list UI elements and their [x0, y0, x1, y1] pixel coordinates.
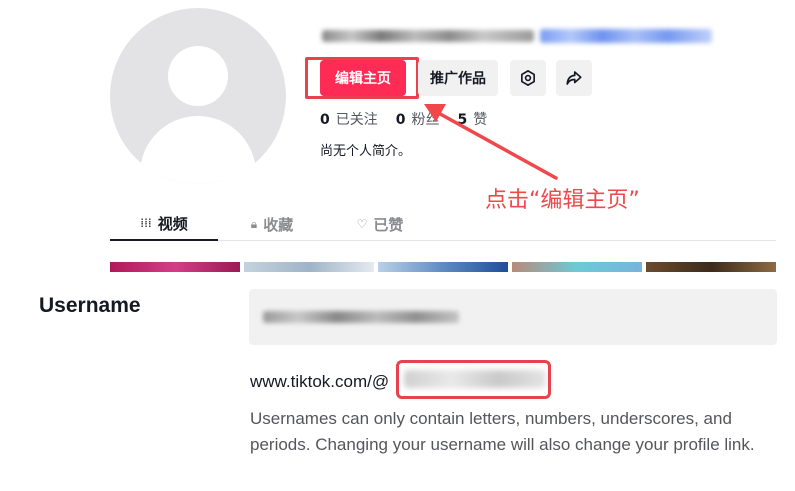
heart-icon: ♡	[356, 217, 368, 231]
grid-icon: ⁞⁞⁞	[140, 216, 152, 230]
share-profile-button[interactable]	[556, 60, 592, 96]
tab-videos-label: 视频	[157, 214, 188, 233]
video-thumbnail[interactable]	[512, 262, 642, 272]
video-thumbnail[interactable]	[646, 262, 776, 272]
username-help-text: Usernames can only contain letters, numb…	[250, 409, 755, 454]
tab-favorites-label: 收藏	[263, 215, 294, 234]
avatar-body-shape	[140, 116, 256, 184]
video-thumbnail[interactable]	[244, 262, 374, 272]
tab-liked[interactable]: ♡ 已赞	[326, 207, 434, 241]
followers-stat[interactable]: 0 粉丝	[396, 109, 440, 129]
profile-name-redacted	[322, 30, 534, 42]
profile-bio: 尚无个人简介。	[320, 144, 412, 159]
tab-favorites[interactable]: 🔒︎ 收藏	[218, 207, 326, 241]
profile-tabs: ⁞⁞⁞ 视频 🔒︎ 收藏 ♡ 已赞	[110, 207, 776, 241]
likes-stat: 5赞	[458, 109, 488, 129]
promote-posts-button[interactable]: 推广作品	[418, 60, 498, 96]
following-count: 0	[320, 112, 330, 128]
likes-count: 5	[457, 112, 468, 128]
followers-label: 粉丝	[411, 112, 440, 128]
avatar-head-shape	[168, 46, 228, 106]
profile-avatar	[110, 8, 286, 184]
edit-button-highlight-box	[305, 57, 419, 99]
profile-url-prefix: www.tiktok.com/@	[250, 372, 390, 391]
settings-button[interactable]	[510, 60, 546, 96]
username-input[interactable]	[249, 289, 777, 345]
tab-liked-label: 已赞	[373, 215, 404, 234]
following-stat[interactable]: 0 已关注	[320, 109, 378, 129]
username-section-label: Username	[39, 294, 141, 317]
lock-icon: 🔒︎	[250, 216, 258, 231]
username-value-redacted	[263, 311, 459, 323]
profile-handle-redacted	[540, 29, 712, 43]
video-thumbnail[interactable]	[378, 262, 508, 272]
url-handle-highlight-box	[396, 360, 551, 399]
profile-stats: 0 已关注 0 粉丝 5赞	[320, 109, 487, 129]
following-label: 已关注	[335, 112, 378, 128]
tab-videos[interactable]: ⁞⁞⁞ 视频	[110, 207, 218, 241]
gear-icon	[521, 70, 535, 86]
likes-label: 赞	[473, 112, 488, 128]
share-arrow-icon	[566, 71, 582, 85]
video-thumbnail-strip	[110, 262, 776, 272]
video-thumbnail[interactable]	[110, 262, 240, 272]
followers-count: 0	[395, 112, 406, 128]
